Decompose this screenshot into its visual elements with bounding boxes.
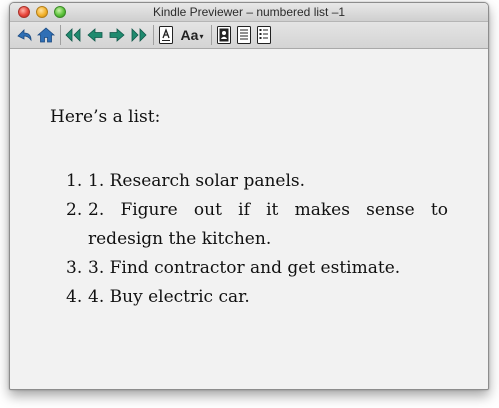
font-size-button[interactable]: Aa ▾ [177, 25, 207, 45]
numbered-list: 1. 1. Research solar panels. 2. 2. Figur… [66, 167, 448, 312]
double-left-arrow-icon [65, 28, 81, 42]
list-item-text: 1. Research solar panels. [88, 171, 306, 191]
left-arrow-icon [87, 28, 103, 42]
text-size-icon: Aa [180, 27, 199, 43]
list-item-number: 2. [66, 200, 83, 220]
toolbar-separator [211, 25, 212, 45]
first-page-button[interactable] [63, 25, 83, 45]
font-icon [159, 26, 173, 44]
book-content-area: Here’s a list: 1. 1. Research solar pane… [10, 49, 488, 389]
previous-page-button[interactable] [85, 25, 105, 45]
dropdown-caret-icon: ▾ [199, 31, 204, 41]
list-item: 1. 1. Research solar panels. [66, 167, 448, 196]
list-item-number: 3. [66, 258, 83, 278]
back-button[interactable] [14, 25, 34, 45]
title-bar[interactable]: Kindle Previewer – numbered list –1 [10, 3, 488, 22]
toc-view-button[interactable] [255, 25, 273, 45]
kindle-previewer-window: Kindle Previewer – numbered list –1 Aa ▾… [9, 2, 489, 390]
home-button[interactable] [35, 25, 57, 45]
list-item-number: 4. [66, 287, 83, 307]
back-arrow-icon [17, 29, 32, 42]
window-title: Kindle Previewer – numbered list –1 [152, 5, 346, 19]
cover-view-button[interactable] [215, 25, 233, 45]
toolbar: Aa ▾ [10, 22, 488, 49]
right-arrow-icon [109, 28, 125, 42]
list-item-text: 4. Buy electric car. [88, 287, 250, 307]
page-icon [237, 26, 251, 44]
toolbar-separator [153, 25, 154, 45]
list-item: 3. 3. Find contractor and get estimate. [66, 254, 448, 283]
list-item-number: 1. [66, 171, 83, 191]
page-view-button[interactable] [235, 25, 253, 45]
cover-icon [217, 26, 231, 44]
content-heading: Here’s a list: [50, 107, 161, 127]
next-page-button[interactable] [107, 25, 127, 45]
list-item-text: 2. Figure out if it makes sense to redes… [88, 200, 448, 249]
font-settings-button[interactable] [157, 25, 175, 45]
list-item-text: 3. Find contractor and get estimate. [88, 258, 401, 278]
last-page-button[interactable] [129, 25, 149, 45]
list-item: 2. 2. Figure out if it makes sense to re… [66, 196, 448, 254]
toolbar-separator [60, 25, 61, 45]
list-item: 4. 4. Buy electric car. [66, 283, 448, 312]
toc-icon [257, 26, 271, 44]
double-right-arrow-icon [131, 28, 147, 42]
home-icon [37, 27, 55, 43]
